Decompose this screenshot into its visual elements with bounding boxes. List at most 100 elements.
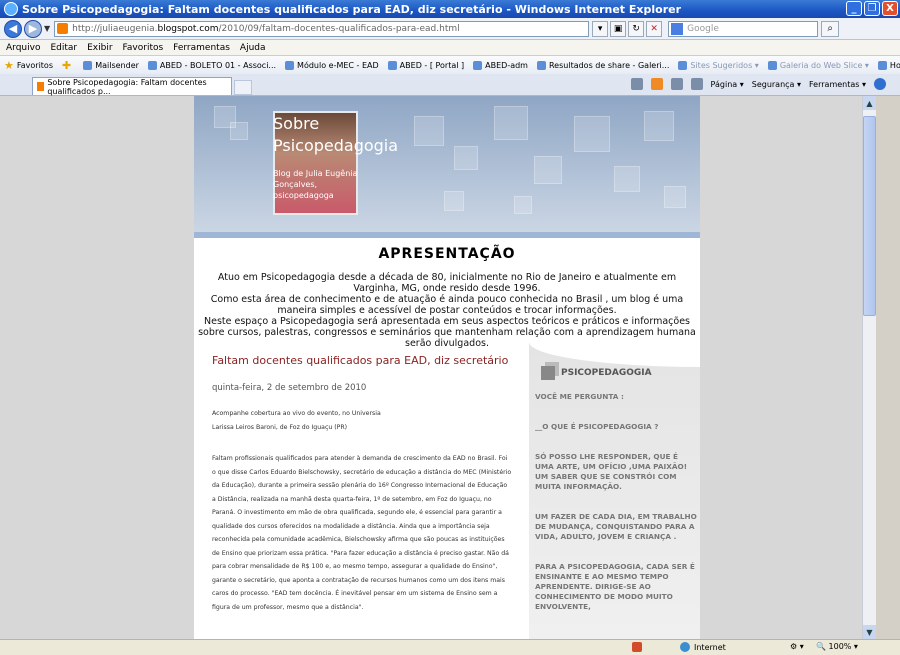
link-icon [767, 60, 777, 70]
print-icon[interactable] [690, 78, 703, 90]
url-dropdown-icon[interactable]: ▾ [592, 20, 609, 37]
fav-abed-portal[interactable]: ABED - [ Portal ] [387, 60, 464, 70]
sidebar-text: VOCÊ ME PERGUNTA : __O QUE É PSICOPEDAGO… [535, 392, 697, 632]
maximize-button[interactable]: ❐ [864, 1, 880, 16]
page-menu[interactable]: Página ▾ [711, 80, 744, 89]
back-button[interactable]: ◀ [4, 19, 22, 38]
sidebar-heading: PSICOPEDAGOGIA [541, 366, 652, 380]
header-divider [194, 232, 700, 238]
favorites-button[interactable]: ★ Favoritos [4, 59, 53, 72]
search-icon[interactable]: ⌕ [821, 20, 840, 37]
intro-heading: APRESENTAÇÃO [378, 246, 516, 262]
star-icon: ★ [4, 58, 14, 72]
help-icon[interactable] [874, 78, 886, 90]
link-icon [536, 60, 546, 70]
new-tab-button[interactable] [234, 80, 252, 95]
sidebar-block: PARA A PSICOPEDAGOGIA, CADA SER É ENSINA… [535, 562, 695, 611]
fav-mailsender[interactable]: Mailsender [83, 60, 139, 70]
mail-icon[interactable] [670, 78, 683, 90]
url-prefix: http://juliaeugenia. [72, 23, 158, 34]
blog-title[interactable]: Sobre Psicopedagogia [273, 113, 398, 157]
vertical-scrollbar[interactable]: ▲ ▼ [862, 96, 876, 639]
blog-page: Sobre Psicopedagogia Blog de Julia Eugên… [194, 96, 700, 639]
url-domain: blogspot.com [157, 23, 219, 34]
window-title: Sobre Psicopedagogia: Faltam docentes qu… [22, 2, 682, 16]
fav-emec[interactable]: Módulo e-MEC - EAD [285, 60, 379, 70]
link-icon [877, 60, 887, 70]
sidebar-block: VOCÊ ME PERGUNTA : [535, 392, 624, 401]
add-favorite-icon[interactable]: ✚ [62, 59, 74, 72]
menu-exibir[interactable]: Exibir [87, 43, 112, 53]
rss-icon[interactable] [650, 78, 663, 90]
command-bar: Página ▾ Segurança ▾ Ferramentas ▾ [630, 78, 886, 90]
warning-icon [632, 642, 642, 652]
site-favicon-icon [57, 23, 69, 34]
post-body: Faltam profissionais qualificados para a… [212, 455, 512, 611]
intro-line: Como esta área de conhecimento e de atua… [210, 294, 684, 316]
menu-arquivo[interactable]: Arquivo [6, 43, 40, 53]
address-bar: ◀ ▶ ▼ http://juliaeugenia. blogspot.com/2… [0, 18, 900, 40]
tab-favicon-icon [37, 82, 45, 91]
blog-header: Sobre Psicopedagogia Blog de Julia Eugên… [194, 96, 700, 232]
link-icon [83, 60, 93, 70]
fav-hotmail[interactable]: HotMail gratuito [877, 60, 900, 70]
link-icon [473, 60, 483, 70]
sidebar-block: UM FAZER DE CADA DIA, EM TRABALHO DE MUD… [535, 512, 697, 541]
post-paragraph: Acompanhe cobertura ao vivo do evento, n… [212, 410, 381, 417]
status-bar: Internet ⚙ ▾ 🔍 100% ▾ [0, 639, 900, 655]
sidebar-block: SÓ POSSO LHE RESPONDER, QUE É UMA ARTE, … [535, 452, 688, 491]
fav-share-results[interactable]: Resultados de share - Galeri... [536, 60, 669, 70]
menu-ajuda[interactable]: Ajuda [240, 43, 266, 53]
scroll-up-icon[interactable]: ▲ [863, 96, 876, 110]
status-warning[interactable] [632, 642, 642, 652]
post-title[interactable]: Faltam docentes qualificados para EAD, d… [212, 354, 512, 367]
link-icon [387, 60, 397, 70]
menu-favoritos[interactable]: Favoritos [123, 43, 164, 53]
squares-icon [541, 366, 555, 380]
menu-bar: Arquivo Editar Exibir Favoritos Ferramen… [0, 40, 900, 55]
fav-web-slice[interactable]: Galeria do Web Slice ▾ [767, 60, 869, 70]
home-icon[interactable] [630, 78, 643, 90]
url-tools: ▾ ▣ ↻ ✕ [592, 20, 663, 37]
window-right-edge [876, 96, 900, 639]
compatibility-icon[interactable]: ▣ [610, 20, 627, 37]
security-zone[interactable]: Internet [680, 642, 726, 652]
security-menu[interactable]: Segurança ▾ [752, 80, 801, 89]
post-paragraph: Larissa Leiros Baroni, de Foz do Iguaçu … [212, 423, 348, 431]
sidebar-block: __O QUE É PSICOPEDAGOGIA ? [535, 422, 659, 431]
tools-menu[interactable]: Ferramentas ▾ [809, 80, 866, 89]
menu-ferramentas[interactable]: Ferramentas [173, 43, 230, 53]
fav-sites-sugeridos[interactable]: Sites Sugeridos ▾ [678, 60, 759, 70]
stop-icon[interactable]: ✕ [646, 20, 663, 37]
intro-section: APRESENTAÇÃO Atuo em Psicopedagogia desd… [194, 246, 700, 349]
menu-editar[interactable]: Editar [50, 43, 77, 53]
search-input[interactable]: Google [668, 20, 819, 37]
url-field[interactable]: http://juliaeugenia. blogspot.com/2010/09… [54, 20, 590, 37]
scroll-down-icon[interactable]: ▼ [863, 625, 876, 639]
blog-post: Faltam docentes qualificados para EAD, d… [212, 354, 512, 614]
close-button[interactable]: X [882, 1, 898, 16]
link-icon [678, 60, 688, 70]
blog-description: Blog de Julia Eugênia Gonçalves, psicope… [273, 169, 358, 200]
page-viewport: Sobre Psicopedagogia Blog de Julia Eugên… [30, 96, 862, 639]
forward-button[interactable]: ▶ [24, 19, 42, 38]
fav-abed-boleto[interactable]: ABED - BOLETO 01 - Associ... [147, 60, 276, 70]
scroll-thumb[interactable] [863, 116, 876, 316]
ie-logo-icon [4, 2, 18, 16]
protected-mode-icon[interactable]: ⚙ ▾ [790, 642, 804, 651]
minimize-button[interactable]: _ [846, 1, 862, 16]
intro-line: Atuo em Psicopedagogia desde a década de… [217, 272, 677, 294]
history-dropdown-icon[interactable]: ▼ [44, 24, 50, 33]
search-placeholder: Google [687, 23, 719, 34]
post-date: quinta-feira, 2 de setembro de 2010 [212, 383, 367, 393]
viewport-left-margin [0, 96, 30, 639]
window-title-bar[interactable]: Sobre Psicopedagogia: Faltam docentes qu… [0, 0, 900, 18]
sidebar: PSICOPEDAGOGIA VOCÊ ME PERGUNTA : __O QU… [529, 342, 700, 639]
fav-abed-adm[interactable]: ABED-adm [473, 60, 528, 70]
tab-sobre-psicopedagogia[interactable]: Sobre Psicopedagogia: Faltam docentes qu… [32, 77, 232, 96]
refresh-icon[interactable]: ↻ [628, 20, 645, 37]
zoom-control[interactable]: 🔍 100% ▾ [816, 642, 858, 651]
link-icon [285, 60, 295, 70]
window-controls: _ ❐ X [846, 1, 898, 16]
link-icon [147, 60, 157, 70]
